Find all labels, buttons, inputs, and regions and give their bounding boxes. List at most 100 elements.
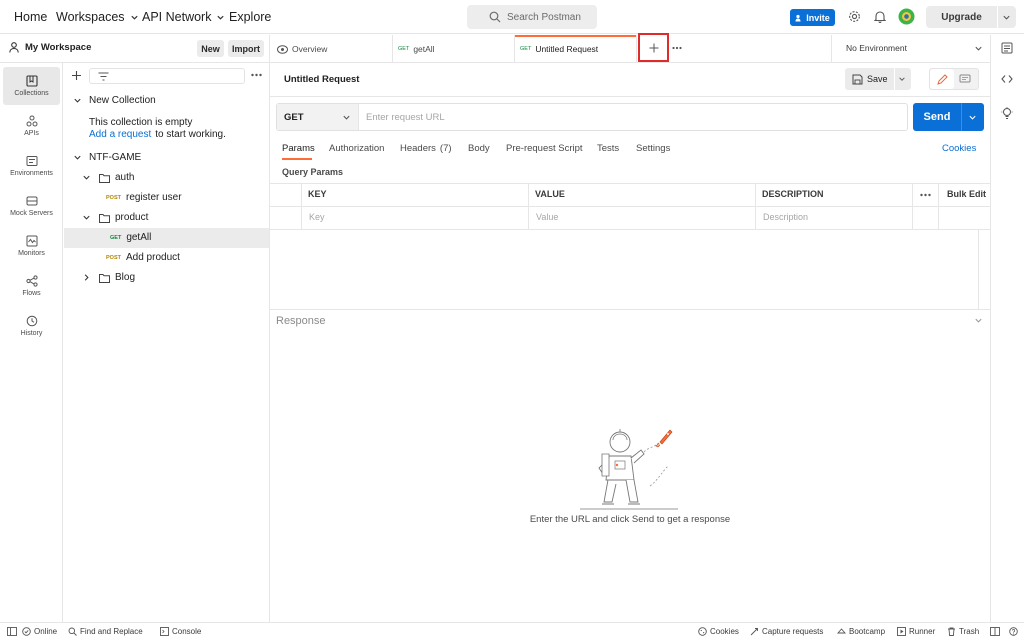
column-header-key: KEY bbox=[308, 189, 327, 199]
collection-ntf-game[interactable]: NTF-GAME bbox=[73, 152, 141, 163]
sidebar-item-environments[interactable]: Environments bbox=[3, 147, 60, 185]
pencil-icon bbox=[936, 73, 948, 85]
plus-icon bbox=[649, 43, 658, 52]
tab-authorization[interactable]: Authorization bbox=[329, 143, 384, 154]
trash-button[interactable]: Trash bbox=[947, 627, 979, 636]
folder-icon bbox=[99, 213, 110, 223]
edit-mode-button[interactable] bbox=[930, 69, 954, 89]
tab-tests[interactable]: Tests bbox=[597, 143, 619, 154]
add-collection-plus-icon[interactable] bbox=[71, 70, 82, 81]
sidebar-item-monitors[interactable]: Monitors bbox=[3, 227, 60, 265]
params-options-icon[interactable] bbox=[920, 193, 931, 197]
chevron-right-icon bbox=[84, 274, 89, 281]
folder-icon bbox=[99, 173, 110, 183]
explore-link[interactable]: Explore bbox=[229, 10, 271, 24]
tab-pre-request-script[interactable]: Pre-request Script bbox=[506, 143, 583, 154]
tab-getall[interactable]: GET getAll bbox=[398, 35, 435, 63]
key-input[interactable]: Key bbox=[309, 212, 325, 222]
cookies-button[interactable]: Cookies bbox=[698, 627, 739, 636]
response-collapse-chevron-icon[interactable] bbox=[974, 316, 983, 325]
console-icon bbox=[160, 627, 169, 636]
environment-selector[interactable]: No Environment bbox=[846, 43, 983, 53]
sidebar-nav: Collections APIs Environments Mock Serve… bbox=[0, 63, 63, 623]
settings-gear-icon[interactable] bbox=[848, 10, 861, 23]
method-select[interactable]: GET bbox=[277, 104, 358, 130]
folder-blog[interactable]: Blog bbox=[82, 272, 135, 283]
request-title[interactable]: Untitled Request bbox=[284, 74, 359, 85]
search-bar[interactable]: Search Postman bbox=[467, 5, 597, 29]
bulk-edit-button[interactable]: Bulk Edit bbox=[947, 189, 986, 199]
chevron-down-icon bbox=[74, 98, 81, 103]
invite-button[interactable]: Invite bbox=[790, 9, 835, 26]
tab-settings[interactable]: Settings bbox=[636, 143, 670, 154]
tab-untitled-request[interactable]: GET Untitled Request bbox=[520, 35, 598, 63]
environments-icon bbox=[26, 156, 37, 166]
sidebar-item-flows[interactable]: Flows bbox=[3, 267, 60, 305]
save-icon bbox=[852, 74, 863, 84]
runner-icon bbox=[897, 627, 906, 636]
filter-input[interactable] bbox=[89, 68, 245, 84]
tab-headers[interactable]: Headers (7) bbox=[400, 143, 452, 154]
filter-icon bbox=[98, 72, 109, 81]
request-getall[interactable]: GET getAll bbox=[110, 232, 151, 243]
folder-product[interactable]: product bbox=[82, 212, 148, 223]
chevron-down-icon bbox=[975, 46, 982, 51]
console-button[interactable]: Console bbox=[160, 627, 201, 636]
empty-collection-text: This collection is empty bbox=[89, 117, 193, 128]
new-tab-button[interactable] bbox=[638, 33, 669, 62]
params-tab-indicator bbox=[282, 158, 312, 160]
folder-auth[interactable]: auth bbox=[82, 172, 134, 183]
add-request-link[interactable]: Add a request bbox=[89, 129, 151, 140]
overview-icon bbox=[277, 44, 288, 54]
apis-icon bbox=[26, 115, 37, 127]
chevron-down-icon bbox=[898, 77, 905, 81]
more-options-icon[interactable] bbox=[251, 73, 262, 77]
url-input[interactable]: Enter request URL bbox=[366, 112, 445, 123]
notification-bell-icon[interactable] bbox=[874, 10, 886, 23]
response-empty-message: Enter the URL and click Send to get a re… bbox=[529, 514, 731, 525]
environment-quick-look-icon[interactable] bbox=[1001, 42, 1013, 54]
collection-new-collection[interactable]: New Collection bbox=[73, 95, 156, 106]
bootcamp-button[interactable]: Bootcamp bbox=[837, 627, 885, 636]
toggle-sidebar-icon[interactable] bbox=[7, 627, 17, 636]
value-input[interactable]: Value bbox=[536, 212, 558, 222]
tab-options-icon[interactable] bbox=[672, 46, 682, 50]
sidebar-item-history[interactable]: History bbox=[3, 307, 60, 345]
online-status[interactable]: Online bbox=[22, 627, 57, 636]
request-add-product[interactable]: POST Add product bbox=[106, 252, 180, 263]
description-input[interactable]: Description bbox=[763, 212, 808, 222]
code-icon[interactable] bbox=[1001, 74, 1013, 84]
comments-icon[interactable] bbox=[959, 74, 971, 85]
chevron-down-icon bbox=[74, 155, 81, 160]
response-label[interactable]: Response bbox=[276, 315, 326, 327]
capture-requests-button[interactable]: Capture requests bbox=[750, 627, 823, 636]
chevron-down-icon bbox=[130, 15, 138, 20]
help-icon[interactable] bbox=[1009, 627, 1018, 636]
selected-row-highlight bbox=[64, 228, 269, 248]
sidebar-item-apis[interactable]: APIs bbox=[3, 107, 60, 145]
api-network-menu[interactable]: API Network bbox=[142, 10, 225, 24]
tab-overview[interactable]: Overview bbox=[277, 35, 327, 63]
chevron-down-icon bbox=[343, 115, 350, 120]
import-button[interactable]: Import bbox=[228, 40, 264, 57]
find-and-replace-button[interactable]: Find and Replace bbox=[68, 627, 143, 636]
info-bulb-icon[interactable] bbox=[1001, 107, 1013, 120]
sidebar-item-mock-servers[interactable]: Mock Servers bbox=[3, 187, 60, 225]
avatar[interactable] bbox=[898, 8, 915, 25]
tab-params[interactable]: Params bbox=[282, 143, 315, 154]
two-pane-view-icon[interactable] bbox=[990, 627, 1000, 636]
new-button[interactable]: New bbox=[197, 40, 224, 57]
home-link[interactable]: Home bbox=[14, 10, 47, 24]
request-register-user[interactable]: POST register user bbox=[106, 192, 182, 203]
upgrade-button[interactable]: Upgrade bbox=[926, 6, 1016, 28]
user-plus-icon bbox=[795, 14, 801, 21]
runner-button[interactable]: Runner bbox=[897, 627, 935, 636]
tab-body[interactable]: Body bbox=[468, 143, 490, 154]
cookies-link[interactable]: Cookies bbox=[942, 143, 976, 154]
workspaces-menu[interactable]: Workspaces bbox=[56, 10, 139, 24]
sidebar-item-collections[interactable]: Collections bbox=[3, 67, 60, 105]
save-button[interactable]: Save bbox=[845, 68, 911, 90]
search-icon bbox=[68, 627, 77, 636]
trash-icon bbox=[948, 627, 955, 636]
send-button[interactable]: Send bbox=[913, 103, 984, 131]
